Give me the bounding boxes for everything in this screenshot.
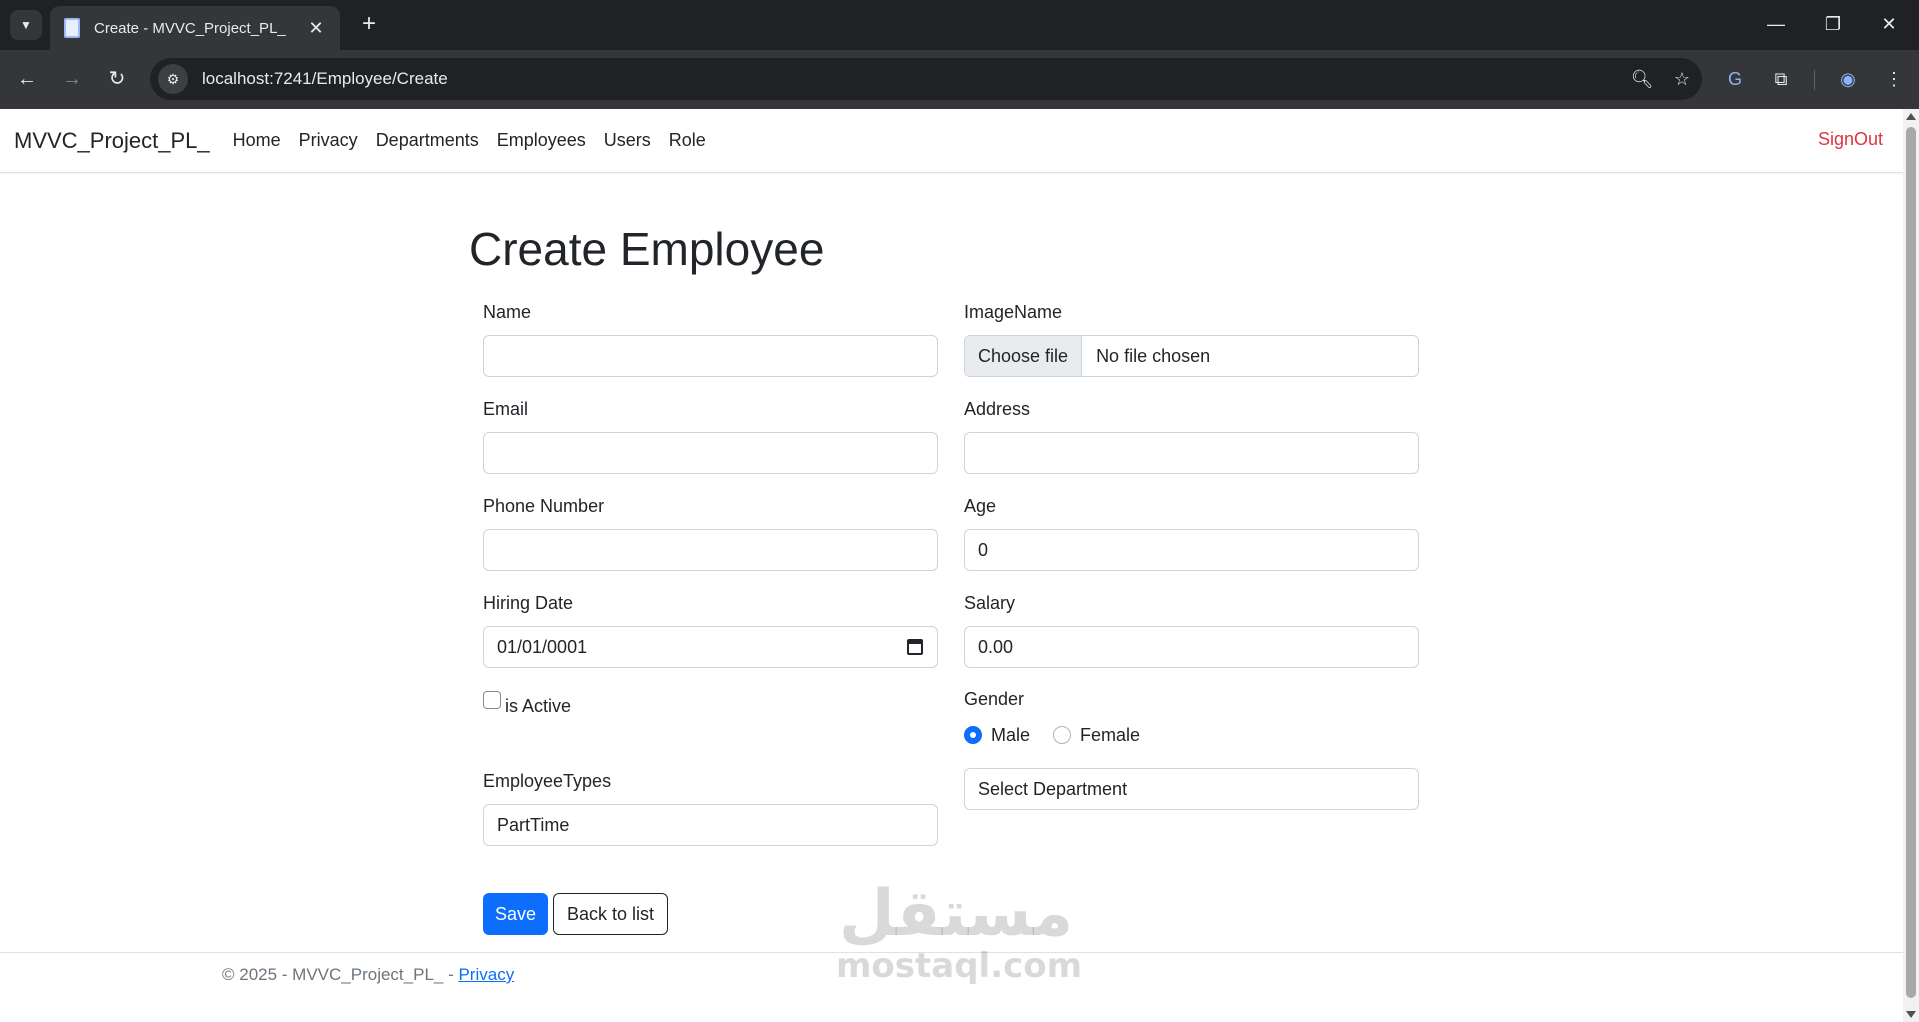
employee-types-label: EmployeeTypes	[483, 771, 612, 791]
footer-copyright: © 2025 - MVVC_Project_PL_ -	[222, 965, 459, 984]
is-active-checkbox[interactable]	[483, 691, 501, 709]
age-input[interactable]: 0	[964, 529, 1419, 571]
phone-label: Phone Number	[483, 496, 605, 516]
restore-window-icon[interactable]: ❐	[1813, 8, 1853, 40]
hiring-date-value: 01/01/0001	[497, 636, 588, 657]
site-brand[interactable]: MVVC_Project_PL_	[14, 128, 210, 154]
close-window-icon[interactable]: ✕	[1869, 8, 1909, 40]
name-label: Name	[483, 302, 532, 322]
employee-types-select[interactable]: PartTime	[483, 804, 938, 846]
back-arrow-icon[interactable]: ←	[12, 64, 42, 94]
gender-female-label: Female	[1080, 725, 1141, 745]
page-scrollbar[interactable]	[1903, 109, 1919, 1022]
signout-link[interactable]: SignOut	[1818, 129, 1883, 150]
profile-avatar-icon[interactable]: ◉	[1832, 64, 1864, 94]
is-active-label: is Active	[505, 696, 572, 716]
site-info-icon[interactable]: ⚙	[158, 64, 188, 94]
name-input[interactable]	[483, 335, 938, 377]
calendar-icon[interactable]	[907, 639, 923, 655]
watermark-latin-text: mostaql.com	[836, 946, 1083, 986]
close-tab-icon[interactable]: ✕	[306, 18, 326, 39]
email-input[interactable]	[483, 432, 938, 474]
gender-female-radio[interactable]	[1053, 726, 1071, 744]
address-input[interactable]	[964, 432, 1419, 474]
address-label: Address	[964, 399, 1031, 419]
address-bar[interactable]: ⚙ localhost:7241/Employee/Create 🔍︎ ☆	[150, 58, 1702, 100]
image-label: ImageName	[964, 302, 1063, 322]
hiring-date-input[interactable]: 01/01/0001	[483, 626, 938, 668]
footer: © 2025 - MVVC_Project_PL_ - Privacy	[222, 965, 514, 985]
browser-tab-strip: ▼ Create - MVVC_Project_PL_ ✕ + — ❐ ✕	[0, 0, 1919, 50]
url-text[interactable]: localhost:7241/Employee/Create	[202, 69, 1622, 89]
site-navbar: MVVC_Project_PL_ Home Privacy Department…	[0, 109, 1903, 173]
watermark-arabic-text: مستقل	[838, 877, 1074, 951]
google-translate-icon[interactable]: G	[1719, 64, 1751, 94]
page-viewport: MVVC_Project_PL_ Home Privacy Department…	[0, 109, 1903, 1022]
mostaql-watermark: مستقل mostaql.com	[836, 877, 1083, 986]
gender-label: Gender	[964, 689, 1025, 709]
gender-male-label: Male	[991, 725, 1031, 745]
forward-arrow-icon[interactable]: →	[57, 64, 87, 94]
department-select[interactable]: Select Department	[964, 768, 1419, 810]
page-favicon-icon	[64, 18, 80, 38]
scroll-up-arrow-icon[interactable]	[1906, 113, 1916, 120]
scroll-thumb[interactable]	[1906, 127, 1916, 998]
nav-link-privacy[interactable]: Privacy	[290, 130, 367, 151]
salary-input[interactable]: 0.00	[964, 626, 1419, 668]
no-file-chosen-text: No file chosen	[1096, 345, 1211, 366]
nav-link-role[interactable]: Role	[660, 130, 715, 151]
hiring-date-label: Hiring Date	[483, 593, 574, 613]
tab-search-chevron-icon[interactable]: ▼	[10, 10, 42, 40]
phone-input[interactable]	[483, 529, 938, 571]
gender-male-radio[interactable]	[964, 726, 982, 744]
toolbar-divider	[1814, 70, 1815, 90]
bookmark-star-icon[interactable]: ☆	[1662, 69, 1702, 90]
nav-link-departments[interactable]: Departments	[367, 130, 488, 151]
nav-link-users[interactable]: Users	[595, 130, 660, 151]
nav-link-employees[interactable]: Employees	[488, 130, 595, 151]
choose-file-button[interactable]: Choose file	[965, 336, 1083, 376]
salary-label: Salary	[964, 593, 1016, 613]
browser-menu-icon[interactable]: ⋮	[1878, 64, 1910, 94]
image-file-input[interactable]: Choose file No file chosen	[964, 335, 1419, 377]
nav-link-home[interactable]: Home	[224, 130, 290, 151]
email-label: Email	[483, 399, 529, 419]
page-title: Create Employee	[469, 223, 825, 275]
minimize-icon[interactable]: —	[1756, 8, 1796, 40]
extensions-puzzle-icon[interactable]: ⧉	[1765, 64, 1797, 94]
zoom-icon[interactable]: 🔍︎	[1622, 69, 1662, 90]
age-label: Age	[964, 496, 997, 516]
browser-toolbar: ← → ↻ ⚙ localhost:7241/Employee/Create 🔍…	[0, 50, 1919, 109]
scroll-down-arrow-icon[interactable]	[1906, 1011, 1916, 1018]
tab-title: Create - MVVC_Project_PL_	[94, 19, 286, 37]
new-tab-plus-icon[interactable]: +	[354, 10, 384, 40]
reload-icon[interactable]: ↻	[102, 64, 132, 94]
browser-tab[interactable]: Create - MVVC_Project_PL_ ✕	[50, 6, 340, 50]
save-button[interactable]: Save	[483, 893, 548, 935]
footer-privacy-link[interactable]: Privacy	[458, 965, 514, 984]
back-to-list-button[interactable]: Back to list	[553, 893, 668, 935]
